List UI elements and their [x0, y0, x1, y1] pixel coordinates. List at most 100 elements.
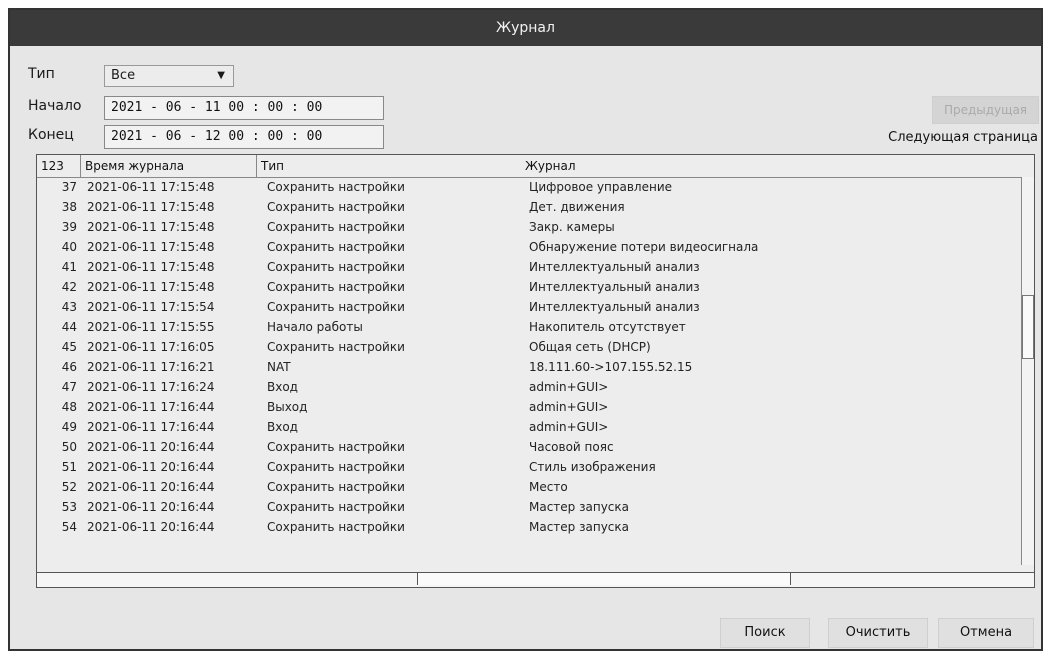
table-row[interactable]: 45 2021-06-11 17:16:05 Сохранить настройки… — [37, 337, 1022, 357]
cell-index: 42 — [61, 280, 77, 294]
cell-log: Мастер запуска — [529, 500, 629, 514]
table-row[interactable]: 43 2021-06-11 17:15:54 Сохранить настройки… — [37, 297, 1022, 317]
table-row[interactable]: 54 2021-06-11 20:16:44 Сохранить настройки… — [37, 517, 1022, 537]
cell-type: Вход — [267, 420, 298, 434]
header-time[interactable]: Время журнала — [81, 155, 257, 177]
table-body: 37 2021-06-11 17:15:48 Сохранить настройки… — [37, 177, 1022, 537]
table-row[interactable]: 52 2021-06-11 20:16:44 Сохранить настройки… — [37, 477, 1022, 497]
next-page-button[interactable]: Следующая страница — [848, 130, 1038, 150]
table-row[interactable]: 47 2021-06-11 17:16:24 Вход admin+GUI> — [37, 377, 1022, 397]
cell-time: 2021-06-11 17:15:48 — [87, 180, 215, 194]
cell-type: Выход — [267, 400, 308, 414]
cell-log: Накопитель отсутствует — [529, 320, 686, 334]
cell-type: Сохранить настройки — [267, 440, 405, 454]
cell-type: Начало работы — [267, 320, 363, 334]
cell-log: 18.111.60->107.155.52.15 — [529, 360, 693, 374]
cell-time: 2021-06-11 17:15:48 — [87, 240, 215, 254]
table-row[interactable]: 38 2021-06-11 17:15:48 Сохранить настройки… — [37, 197, 1022, 217]
cell-time: 2021-06-11 17:16:44 — [87, 420, 215, 434]
header-index[interactable]: 123 — [37, 155, 81, 177]
cell-type: NAT — [267, 360, 291, 374]
cell-index: 49 — [61, 420, 77, 434]
type-label: Тип — [28, 66, 55, 82]
table-row[interactable]: 39 2021-06-11 17:15:48 Сохранить настройки… — [37, 217, 1022, 237]
cell-index: 39 — [61, 220, 77, 234]
vertical-scrollbar[interactable] — [1021, 177, 1034, 565]
log-table: 123 Время журнала Тип Журнал 37 2021-06-1… — [36, 154, 1035, 588]
cell-type: Сохранить настройки — [267, 280, 405, 294]
cell-log: Часовой пояс — [529, 440, 614, 454]
header-log[interactable]: Журнал — [525, 155, 825, 177]
cell-index: 37 — [61, 180, 77, 194]
cell-time: 2021-06-11 17:15:48 — [87, 280, 215, 294]
vertical-scroll-thumb[interactable] — [1022, 295, 1034, 359]
end-datetime-input[interactable]: 2021 - 06 - 12 00 : 00 : 00 — [104, 125, 384, 149]
cell-index: 50 — [61, 440, 77, 454]
table-row[interactable]: 53 2021-06-11 20:16:44 Сохранить настройки… — [37, 497, 1022, 517]
cell-index: 53 — [61, 500, 77, 514]
table-row[interactable]: 49 2021-06-11 17:16:44 Вход admin+GUI> — [37, 417, 1022, 437]
cell-type: Сохранить настройки — [267, 200, 405, 214]
cell-time: 2021-06-11 17:15:48 — [87, 220, 215, 234]
cell-index: 51 — [61, 460, 77, 474]
cell-time: 2021-06-11 20:16:44 — [87, 460, 215, 474]
cell-time: 2021-06-11 20:16:44 — [87, 520, 215, 534]
type-select-value: Все — [111, 68, 136, 83]
type-select[interactable]: Все ▼ — [104, 65, 234, 87]
table-row[interactable]: 51 2021-06-11 20:16:44 Сохранить настройки… — [37, 457, 1022, 477]
cell-log: Интеллектуальный анализ — [529, 260, 700, 274]
start-datetime-input[interactable]: 2021 - 06 - 11 00 : 00 : 00 — [104, 96, 384, 120]
cell-type: Сохранить настройки — [267, 180, 405, 194]
cell-index: 45 — [61, 340, 77, 354]
table-row[interactable]: 37 2021-06-11 17:15:48 Сохранить настройки… — [37, 177, 1022, 197]
cell-type: Сохранить настройки — [267, 260, 405, 274]
cell-log: Общая сеть (DHCP) — [529, 340, 651, 354]
horizontal-scrollbar[interactable] — [37, 572, 1034, 587]
cell-time: 2021-06-11 17:15:54 — [87, 300, 215, 314]
cell-type: Сохранить настройки — [267, 460, 405, 474]
search-button[interactable]: Поиск — [720, 618, 810, 648]
cell-log: Закр. камеры — [529, 220, 615, 234]
cell-index: 54 — [61, 520, 77, 534]
cell-index: 52 — [61, 480, 77, 494]
cell-type: Сохранить настройки — [267, 300, 405, 314]
table-row[interactable]: 50 2021-06-11 20:16:44 Сохранить настройки… — [37, 437, 1022, 457]
cell-log: Мастер запуска — [529, 520, 629, 534]
cell-log: Интеллектуальный анализ — [529, 280, 700, 294]
cell-index: 48 — [61, 400, 77, 414]
prev-page-button[interactable]: Предыдущая — [932, 96, 1039, 124]
cell-index: 44 — [61, 320, 77, 334]
cell-time: 2021-06-11 20:16:44 — [87, 500, 215, 514]
cell-log: Место — [529, 480, 568, 494]
cell-type: Сохранить настройки — [267, 340, 405, 354]
cell-index: 46 — [61, 360, 77, 374]
cell-log: Цифровое управление — [529, 180, 673, 194]
cell-log: Стиль изображения — [529, 460, 656, 474]
cell-time: 2021-06-11 17:15:55 — [87, 320, 215, 334]
table-row[interactable]: 41 2021-06-11 17:15:48 Сохранить настройки… — [37, 257, 1022, 277]
table-header: 123 Время журнала Тип Журнал — [37, 155, 1034, 178]
cell-type: Сохранить настройки — [267, 240, 405, 254]
table-row[interactable]: 46 2021-06-11 17:16:21 NAT 18.111.60->107.1… — [37, 357, 1022, 377]
table-row[interactable]: 42 2021-06-11 17:15:48 Сохранить настройки… — [37, 277, 1022, 297]
cell-time: 2021-06-11 17:16:21 — [87, 360, 215, 374]
cell-time: 2021-06-11 20:16:44 — [87, 480, 215, 494]
table-row[interactable]: 48 2021-06-11 17:16:44 Выход admin+GUI> — [37, 397, 1022, 417]
cell-log: Обнаружение потери видеосигнала — [529, 240, 759, 254]
cell-log: admin+GUI> — [529, 400, 609, 414]
clear-button[interactable]: Очистить — [828, 618, 928, 648]
cell-log: Интеллектуальный анализ — [529, 300, 700, 314]
cell-log: Дет. движения — [529, 200, 625, 214]
table-row[interactable]: 40 2021-06-11 17:15:48 Сохранить настройки… — [37, 237, 1022, 257]
cell-index: 47 — [61, 380, 77, 394]
cell-type: Сохранить настройки — [267, 220, 405, 234]
cell-log: admin+GUI> — [529, 380, 609, 394]
cell-index: 41 — [61, 260, 77, 274]
header-type[interactable]: Тип — [261, 155, 511, 177]
start-label: Начало — [28, 98, 82, 114]
chevron-down-icon: ▼ — [217, 70, 225, 81]
cancel-button[interactable]: Отмена — [938, 618, 1034, 648]
horizontal-scroll-thumb[interactable] — [417, 573, 791, 585]
cell-index: 40 — [61, 240, 77, 254]
table-row[interactable]: 44 2021-06-11 17:15:55 Начало работы Накопи… — [37, 317, 1022, 337]
